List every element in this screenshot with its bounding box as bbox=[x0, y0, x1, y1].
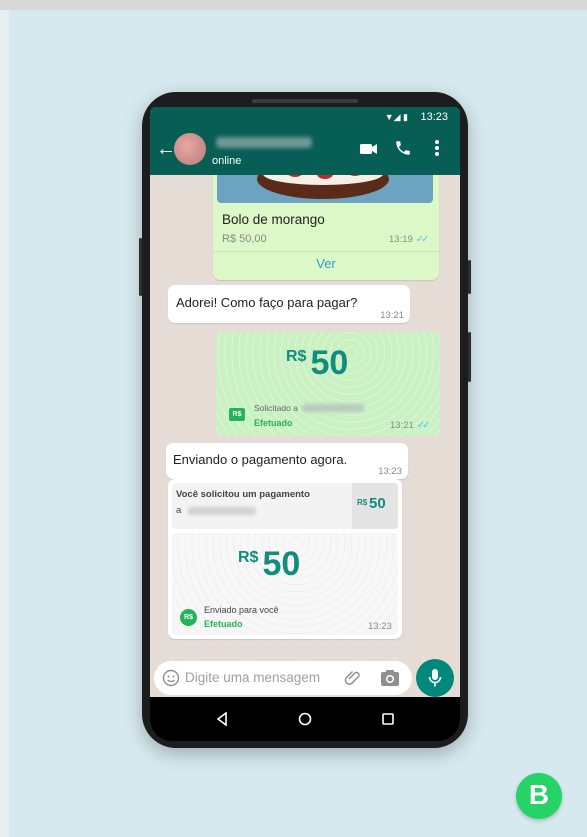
mic-button[interactable] bbox=[416, 659, 454, 697]
payment-time: 13:23 bbox=[368, 621, 392, 632]
attach-icon[interactable] bbox=[344, 669, 362, 687]
request-time: 13:21 ✓✓ bbox=[390, 420, 431, 431]
side-button bbox=[468, 332, 471, 382]
message-placeholder: Digite uma mensagem bbox=[185, 670, 321, 685]
message-time: 13:23 bbox=[378, 466, 402, 477]
power-button bbox=[468, 260, 471, 294]
requested-label: Solicitado a bbox=[254, 403, 298, 413]
whatsapp-business-logo: B bbox=[516, 773, 562, 819]
mini-amount-box: R$ 50 bbox=[352, 483, 398, 529]
payment-status: Efetuado bbox=[204, 619, 243, 629]
requester-name-blurred bbox=[188, 507, 256, 515]
payment-request-card[interactable]: R$ 50 R$ Solicitado a Efetuado 13:21 ✓✓ bbox=[216, 332, 440, 436]
view-product-link[interactable]: Ver bbox=[213, 256, 439, 271]
request-amount: R$ 50 bbox=[286, 344, 349, 382]
phone-speaker bbox=[252, 99, 358, 103]
message-text: Enviando o pagamento agora. bbox=[173, 452, 348, 467]
message-time: 13:21 bbox=[380, 310, 404, 321]
payment-header: Você solicitou um pagamento a R$ 50 bbox=[172, 483, 398, 529]
product-image[interactable] bbox=[217, 175, 433, 203]
more-options-icon[interactable] bbox=[434, 139, 440, 157]
signal-icon: ▼◢ ▮ bbox=[384, 112, 408, 122]
emoji-icon[interactable] bbox=[162, 669, 180, 687]
chat-header: ← online bbox=[150, 127, 460, 175]
nav-recents-icon[interactable] bbox=[382, 713, 394, 725]
product-name: Bolo de morango bbox=[222, 212, 325, 227]
message-text: Adorei! Como faço para pagar? bbox=[176, 295, 358, 310]
payment-header-text: Você solicitou um pagamento bbox=[176, 489, 310, 500]
read-ticks-icon: ✓✓ bbox=[416, 420, 431, 431]
camera-icon[interactable] bbox=[380, 669, 400, 687]
nav-home-icon[interactable] bbox=[298, 712, 312, 726]
contact-name-blurred[interactable] bbox=[216, 137, 312, 148]
microphone-icon bbox=[428, 669, 442, 687]
product-divider bbox=[213, 251, 439, 252]
payment-body: R$ 50 R$ Enviado para você Efetuado 13:23 bbox=[172, 533, 398, 635]
volume-button bbox=[139, 238, 142, 296]
read-ticks-icon: ✓✓ bbox=[415, 234, 430, 245]
incoming-message[interactable]: Enviando o pagamento agora. 13:23 bbox=[166, 443, 408, 479]
request-status: Efetuado bbox=[254, 418, 293, 428]
contact-status: online bbox=[212, 155, 242, 167]
rs-circle-icon: R$ bbox=[180, 609, 197, 626]
composer-bar: Digite uma mensagem bbox=[150, 659, 460, 697]
rs-badge-icon: R$ bbox=[229, 408, 245, 421]
product-message[interactable]: Bolo de morango R$ 50,00 13:19 ✓✓ Ver bbox=[213, 175, 439, 280]
status-bar: ▼◢ ▮ 13:23 bbox=[150, 107, 460, 127]
android-nav-bar bbox=[150, 697, 460, 741]
top-strip bbox=[0, 0, 587, 10]
brand-letter: B bbox=[528, 779, 550, 810]
status-time: 13:23 bbox=[420, 111, 448, 123]
phone-frame: ▼◢ ▮ 13:23 ← online Bolo de morango R$ 5… bbox=[139, 92, 471, 748]
incoming-message[interactable]: Adorei! Como faço para pagar? 13:21 bbox=[168, 285, 410, 323]
payment-header-sub: a bbox=[176, 505, 182, 516]
message-input[interactable]: Digite uma mensagem bbox=[154, 661, 412, 695]
chat-area: Bolo de morango R$ 50,00 13:19 ✓✓ Ver Ado… bbox=[150, 175, 460, 659]
video-call-icon[interactable] bbox=[360, 143, 378, 155]
recipient-name-blurred bbox=[302, 404, 364, 412]
voice-call-icon[interactable] bbox=[394, 139, 412, 157]
phone-screen: ▼◢ ▮ 13:23 ← online Bolo de morango R$ 5… bbox=[150, 107, 460, 697]
product-price: R$ 50,00 bbox=[222, 233, 267, 245]
product-time: 13:19 ✓✓ bbox=[389, 234, 430, 245]
payment-sent-card[interactable]: Você solicitou um pagamento a R$ 50 R$ 50… bbox=[168, 479, 402, 639]
nav-back-icon[interactable] bbox=[216, 712, 228, 726]
left-strip bbox=[0, 10, 9, 837]
avatar[interactable] bbox=[174, 133, 206, 165]
payment-amount: R$ 50 bbox=[238, 545, 301, 583]
sent-label: Enviado para você bbox=[204, 605, 279, 615]
back-arrow-icon[interactable]: ← bbox=[156, 139, 176, 159]
